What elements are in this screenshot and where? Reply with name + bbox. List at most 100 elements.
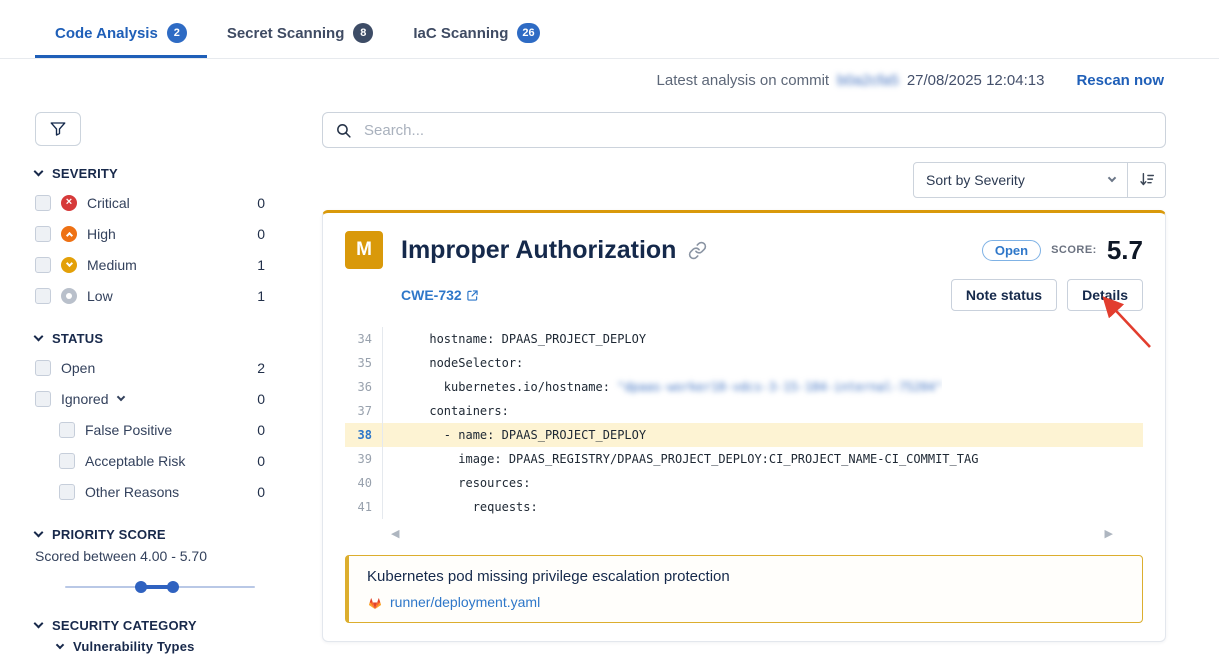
- search-input[interactable]: [362, 121, 1153, 140]
- severity-filter-low: Low 1: [35, 280, 265, 311]
- filter-label: Ignored: [61, 391, 108, 407]
- line-number: 36: [345, 375, 383, 399]
- security-category-section-header[interactable]: SECURITY CATEGORY: [35, 618, 265, 633]
- line-number: 40: [345, 471, 383, 495]
- tab-label: Secret Scanning: [227, 25, 345, 42]
- commit-hash-redacted: b0a2cfa5: [837, 72, 899, 89]
- filter-label: Acceptable Risk: [85, 453, 185, 469]
- ignored-checkbox[interactable]: [35, 391, 51, 407]
- filter-label: Medium: [87, 257, 137, 273]
- tab-label: IaC Scanning: [413, 25, 508, 42]
- severity-filter-high: High 0: [35, 218, 265, 249]
- acceptable-risk-checkbox[interactable]: [59, 453, 75, 469]
- score-label: SCORE:: [1051, 244, 1097, 256]
- high-checkbox[interactable]: [35, 226, 51, 242]
- other-reasons-checkbox[interactable]: [59, 484, 75, 500]
- status-filter-false-positive: False Positive 0: [59, 414, 265, 445]
- sort-selected-value: Sort by Severity: [926, 172, 1025, 188]
- slider-handle-min[interactable]: [135, 581, 147, 593]
- tab-count-badge: 2: [167, 23, 187, 43]
- cwe-link[interactable]: CWE-732: [401, 287, 478, 303]
- file-path: runner/deployment.yaml: [390, 594, 540, 610]
- external-link-icon: [467, 290, 478, 301]
- finding-card: M Improper Authorization Open SCORE: 5.7…: [322, 210, 1166, 642]
- filter-label: Low: [87, 288, 113, 304]
- severity-filter-critical: × Critical 0: [35, 187, 265, 218]
- filters-sidebar: SEVERITY × Critical 0 High 0 Medium 1 Lo…: [0, 112, 310, 654]
- false-positive-checkbox[interactable]: [59, 422, 75, 438]
- medium-severity-icon: [61, 257, 77, 273]
- chevron-down-icon: [34, 167, 44, 177]
- filter-count: 0: [257, 453, 265, 469]
- code-line: 37 containers:: [345, 399, 1143, 423]
- line-number: 38: [345, 423, 383, 447]
- slider-handle-max[interactable]: [167, 581, 179, 593]
- code-snippet: 34 hostname: DPAAS_PROJECT_DEPLOY 35 nod…: [345, 327, 1143, 519]
- section-title: SECURITY CATEGORY: [52, 618, 197, 633]
- finding-description-box: Kubernetes pod missing privilege escalat…: [345, 555, 1143, 623]
- status-filter-other-reasons: Other Reasons 0: [59, 476, 265, 507]
- medium-severity-badge: M: [345, 231, 383, 269]
- filter-count: 0: [257, 484, 265, 500]
- sort-direction-button[interactable]: [1128, 162, 1166, 198]
- source-file-link[interactable]: runner/deployment.yaml: [367, 594, 1124, 610]
- scroll-left-arrow-icon[interactable]: ◀: [391, 527, 399, 540]
- filter-label: High: [87, 226, 116, 242]
- tab-iac-scanning[interactable]: IaC Scanning 26: [393, 8, 559, 58]
- horizontal-scrollbar[interactable]: ◀ ▶: [391, 527, 1113, 539]
- code-line: 35 nodeSelector:: [345, 351, 1143, 375]
- search-bar: [322, 112, 1166, 148]
- line-number: 35: [345, 351, 383, 375]
- filter-count: 2: [257, 360, 265, 376]
- score-range-label: Scored between 4.00 - 5.70: [35, 548, 265, 564]
- section-title: SEVERITY: [52, 166, 118, 181]
- chevron-down-icon: [1108, 174, 1116, 182]
- filter-count: 0: [257, 195, 265, 211]
- results-panel: Sort by Severity M Improper Authorizatio…: [310, 112, 1219, 642]
- note-status-button[interactable]: Note status: [951, 279, 1057, 311]
- filter-label: Critical: [87, 195, 130, 211]
- details-button[interactable]: Details: [1067, 279, 1143, 311]
- vulnerability-types-subsection[interactable]: Vulnerability Types: [57, 639, 265, 654]
- critical-checkbox[interactable]: [35, 195, 51, 211]
- section-title: PRIORITY SCORE: [52, 527, 166, 542]
- medium-checkbox[interactable]: [35, 257, 51, 273]
- finding-title: Improper Authorization: [401, 236, 676, 265]
- tab-count-badge: 26: [517, 23, 539, 43]
- code-line: 34 hostname: DPAAS_PROJECT_DEPLOY: [345, 327, 1143, 351]
- line-content: image: DPAAS_REGISTRY/DPAAS_PROJECT_DEPL…: [383, 447, 978, 471]
- gitlab-icon: [367, 595, 383, 610]
- cwe-id: CWE-732: [401, 287, 462, 303]
- permalink-icon[interactable]: [688, 241, 707, 260]
- subsection-title: Vulnerability Types: [73, 639, 195, 654]
- priority-score-section-header[interactable]: PRIORITY SCORE: [35, 527, 265, 542]
- analysis-meta-row: Latest analysis on commit b0a2cfa5 27/08…: [0, 59, 1219, 94]
- chevron-down-icon: [56, 640, 64, 648]
- funnel-icon: [49, 120, 67, 138]
- line-number: 39: [345, 447, 383, 471]
- status-section-header[interactable]: STATUS: [35, 331, 265, 346]
- sort-descending-icon: [1138, 171, 1156, 189]
- scroll-right-arrow-icon[interactable]: ▶: [1105, 527, 1113, 540]
- finding-description: Kubernetes pod missing privilege escalat…: [367, 568, 1124, 585]
- tab-label: Code Analysis: [55, 25, 158, 42]
- filter-label: Open: [61, 360, 95, 376]
- low-checkbox[interactable]: [35, 288, 51, 304]
- filter-button[interactable]: [35, 112, 81, 146]
- analysis-timestamp: 27/08/2025 12:04:13: [907, 72, 1045, 89]
- tab-secret-scanning[interactable]: Secret Scanning 8: [207, 8, 394, 58]
- sort-by-dropdown[interactable]: Sort by Severity: [913, 162, 1128, 198]
- priority-score-slider: [65, 576, 255, 598]
- rescan-now-link[interactable]: Rescan now: [1076, 72, 1164, 89]
- severity-section-header[interactable]: SEVERITY: [35, 166, 265, 181]
- finding-header: M Improper Authorization Open SCORE: 5.7: [345, 231, 1143, 269]
- status-badge: Open: [982, 240, 1041, 261]
- open-checkbox[interactable]: [35, 360, 51, 376]
- chevron-down-icon: [34, 619, 44, 629]
- tab-code-analysis[interactable]: Code Analysis 2: [35, 8, 207, 58]
- filter-count: 0: [257, 391, 265, 407]
- code-line: 41 requests:: [345, 495, 1143, 519]
- ignored-expand-icon[interactable]: [117, 392, 125, 400]
- severity-filter-medium: Medium 1: [35, 249, 265, 280]
- chevron-down-icon: [34, 332, 44, 342]
